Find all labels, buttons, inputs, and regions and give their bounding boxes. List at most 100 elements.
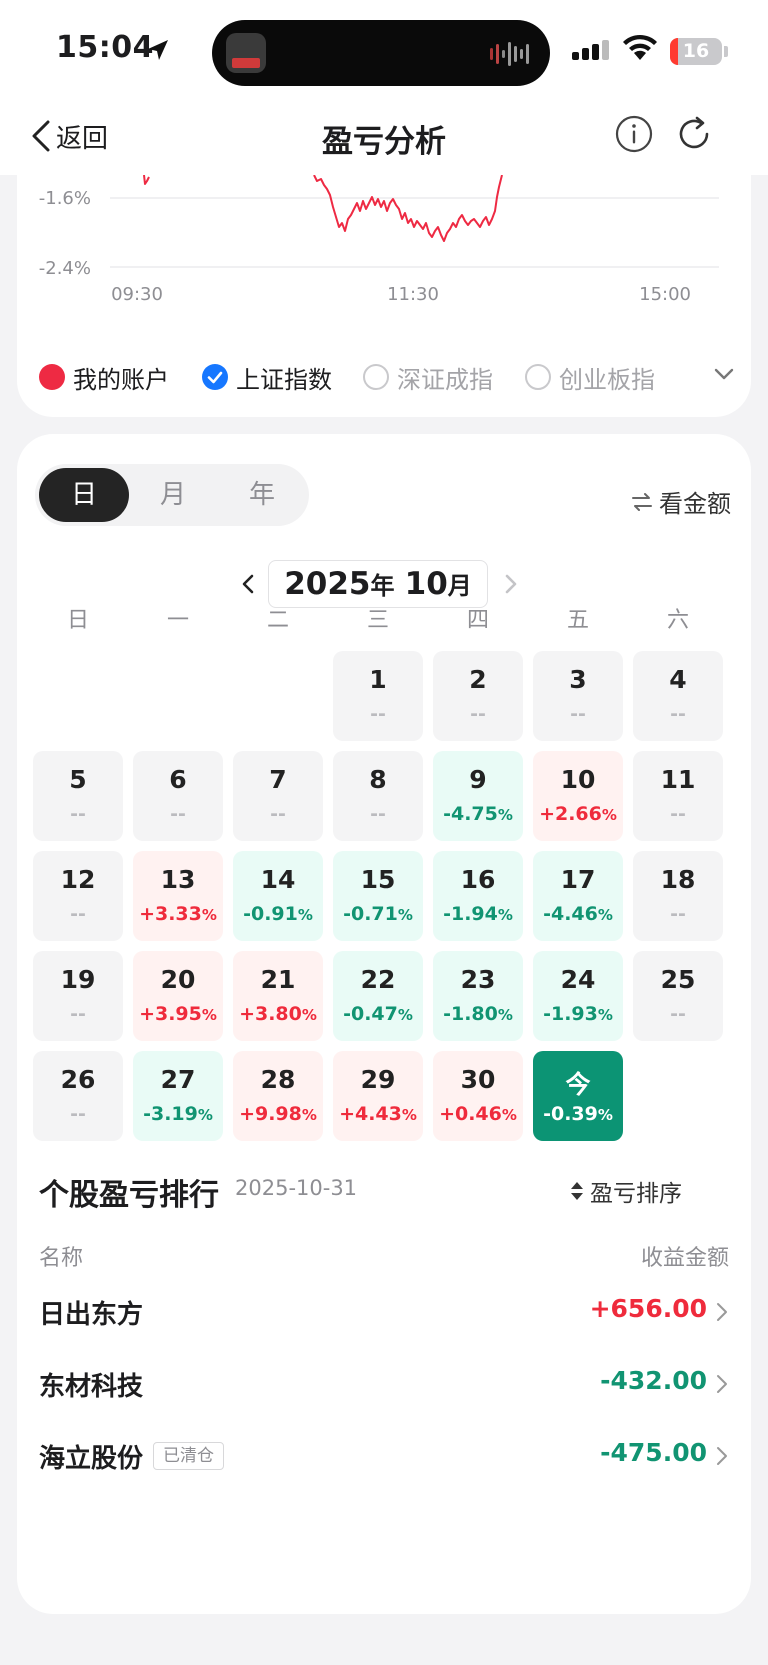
calendar-day[interactable]: 7 -- <box>233 751 323 841</box>
audio-wave-icon <box>490 42 529 66</box>
closed-position-badge: 已清仓 <box>153 1442 224 1470</box>
legend-my-account[interactable]: 我的账户 <box>39 355 169 399</box>
day-number: 16 <box>460 865 496 894</box>
day-return-unit: % <box>497 1006 513 1024</box>
day-return-unit: % <box>201 1006 217 1024</box>
sort-button[interactable]: 盈亏排序 <box>570 1174 682 1208</box>
chevron-right-icon[interactable] <box>500 568 522 600</box>
day-return: -- <box>633 1003 723 1025</box>
calendar-day[interactable]: 2 -- <box>433 651 523 741</box>
legend-sse-index[interactable]: 上证指数 <box>202 355 332 399</box>
checked-circle-icon <box>202 364 228 390</box>
calendar-day[interactable]: 5 -- <box>33 751 123 841</box>
chevron-left-icon[interactable] <box>237 568 259 600</box>
day-return-unit: % <box>397 1006 413 1024</box>
tab-month[interactable]: 月 <box>128 468 218 522</box>
legend-chinext-index[interactable]: 创业板指 <box>525 355 655 399</box>
month-picker[interactable]: 2025年 10月 <box>268 560 488 608</box>
day-return-unit: % <box>301 1106 317 1124</box>
day-number: 7 <box>269 765 287 794</box>
day-return: -- <box>33 1103 123 1125</box>
now-playing-thumbnail <box>226 33 266 73</box>
back-label: 返回 <box>56 123 109 154</box>
x-tick-label: 11:30 <box>387 284 439 305</box>
day-return-value: -0.91 <box>243 903 298 925</box>
day-return: -- <box>33 903 123 925</box>
day-number: 30 <box>460 1065 496 1094</box>
calendar-day[interactable]: 1 -- <box>333 651 423 741</box>
y-tick-label: -1.6% <box>39 188 91 209</box>
stock-row[interactable]: 海立股份 已清仓 -475.00 <box>17 1426 751 1486</box>
calendar-day[interactable]: 25 -- <box>633 951 723 1041</box>
day-number: 23 <box>460 965 496 994</box>
legend-label: 上证指数 <box>236 365 332 394</box>
day-return-unit: % <box>401 1106 417 1124</box>
tab-year[interactable]: 年 <box>217 468 307 522</box>
calendar-grid: 1 -- 2 -- 3 -- 4 -- 5 -- 6 -- 7 -- 8 -- 9 -4.75% 10 +2.66% 1… <box>33 651 735 1141</box>
calendar-day[interactable]: 28 +9.98% <box>233 1051 323 1141</box>
calendar-day[interactable]: 9 -4.75% <box>433 751 523 841</box>
calendar-day[interactable]: 11 -- <box>633 751 723 841</box>
back-button[interactable]: 返回 <box>30 114 108 158</box>
stock-row[interactable]: 东材科技 -432.00 <box>17 1354 751 1414</box>
day-number: 今 <box>565 1070 591 1099</box>
calendar-day[interactable]: 21 +3.80% <box>233 951 323 1041</box>
calendar-day[interactable]: 19 -- <box>33 951 123 1041</box>
calendar-day[interactable]: 3 -- <box>533 651 623 741</box>
day-return-value: -- <box>570 703 586 725</box>
day-return-unit: % <box>201 906 217 924</box>
tab-day[interactable]: 日 <box>39 468 129 522</box>
day-number: 2 <box>469 665 487 694</box>
stock-amount: -432.00 <box>600 1366 707 1395</box>
calendar-day[interactable]: 18 -- <box>633 851 723 941</box>
calendar-day[interactable]: 4 -- <box>633 651 723 741</box>
battery-percent: 16 <box>682 40 710 62</box>
day-number: 18 <box>660 865 696 894</box>
day-return-value: +3.33 <box>139 903 202 925</box>
day-return-value: -- <box>170 803 186 825</box>
day-return: -3.19% <box>133 1103 223 1125</box>
day-return-unit: % <box>197 1106 213 1124</box>
calendar-day[interactable]: 22 -0.47% <box>333 951 423 1041</box>
info-icon[interactable] <box>614 114 654 154</box>
day-return-value: +4.43 <box>339 1103 402 1125</box>
refresh-icon[interactable] <box>674 114 714 154</box>
toggle-amount-button[interactable]: 看金额 <box>631 484 731 519</box>
day-return: +2.66% <box>533 803 623 825</box>
calendar-day[interactable]: 23 -1.80% <box>433 951 523 1041</box>
day-return-value: +0.46 <box>439 1103 502 1125</box>
calendar-day[interactable]: 10 +2.66% <box>533 751 623 841</box>
calendar-day[interactable]: 13 +3.33% <box>133 851 223 941</box>
calendar-day[interactable]: 29 +4.43% <box>333 1051 423 1141</box>
intraday-chart[interactable]: -1.6% -2.4% 09:30 11:30 15:00 <box>17 175 751 325</box>
calendar-day-today[interactable]: 今 -0.39% <box>533 1051 623 1141</box>
calendar-day[interactable]: 17 -4.46% <box>533 851 623 941</box>
chevron-down-icon[interactable] <box>711 361 737 387</box>
calendar-day[interactable]: 12 -- <box>33 851 123 941</box>
calendar-day[interactable]: 6 -- <box>133 751 223 841</box>
calendar-day[interactable]: 24 -1.93% <box>533 951 623 1041</box>
calendar-day[interactable]: 20 +3.95% <box>133 951 223 1041</box>
day-number: 27 <box>160 1065 196 1094</box>
day-return-value: +3.95 <box>139 1003 202 1025</box>
day-return-value: -- <box>70 1103 86 1125</box>
stock-name: 日出东方 <box>39 1300 144 1330</box>
month-unit: 月 <box>447 572 472 600</box>
stock-row[interactable]: 日出东方 +656.00 <box>17 1282 751 1342</box>
month-value: 10 <box>404 566 448 602</box>
day-return: -- <box>633 703 723 725</box>
day-return-value: -1.93 <box>543 1003 598 1025</box>
legend-label: 我的账户 <box>73 365 169 394</box>
calendar-day[interactable]: 14 -0.91% <box>233 851 323 941</box>
day-return: -1.80% <box>433 1003 523 1025</box>
calendar-day[interactable]: 26 -- <box>33 1051 123 1141</box>
calendar-day[interactable]: 27 -3.19% <box>133 1051 223 1141</box>
dynamic-island[interactable] <box>212 20 550 86</box>
day-number: 8 <box>369 765 387 794</box>
calendar-day[interactable]: 15 -0.71% <box>333 851 423 941</box>
calendar-day[interactable]: 8 -- <box>333 751 423 841</box>
legend-szse-index[interactable]: 深证成指 <box>363 355 493 399</box>
calendar-day[interactable]: 30 +0.46% <box>433 1051 523 1141</box>
calendar-day[interactable]: 16 -1.94% <box>433 851 523 941</box>
swap-icon <box>632 492 652 511</box>
